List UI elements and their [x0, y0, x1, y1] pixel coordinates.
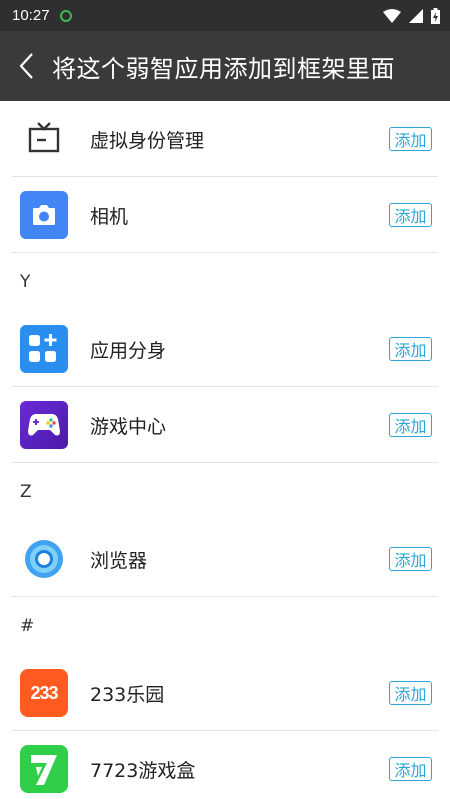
- add-button[interactable]: 添加: [389, 547, 432, 571]
- divider: [12, 596, 438, 597]
- list-item[interactable]: 虚拟身份管理 添加: [0, 101, 450, 177]
- notification-icon: [59, 9, 72, 22]
- battery-icon: [431, 7, 440, 24]
- 233-icon: 233: [20, 669, 68, 717]
- status-icons: [383, 7, 440, 24]
- add-button[interactable]: 添加: [389, 413, 432, 437]
- signal-icon: [409, 8, 423, 23]
- app-name: 233乐园: [90, 683, 165, 706]
- list-item[interactable]: 浏览器 添加: [0, 521, 450, 597]
- camera-icon: [20, 191, 68, 239]
- section-header: Y: [20, 272, 31, 292]
- list-item[interactable]: 7723游戏盒 添加: [0, 731, 450, 799]
- app-list: 虚拟身份管理 添加 相机 添加 Y 应用分身 添加 游戏中心 添加 Z 浏览器 …: [0, 101, 450, 799]
- section-header: Z: [20, 482, 32, 502]
- status-bar: 10:27: [0, 0, 450, 31]
- section-header: #: [20, 616, 35, 636]
- list-item[interactable]: 233 233乐园 添加: [0, 655, 450, 731]
- back-arrow-icon: [19, 53, 33, 79]
- app-name: 虚拟身份管理: [90, 129, 205, 152]
- divider: [12, 252, 438, 253]
- browser-icon: [20, 535, 68, 583]
- add-button[interactable]: 添加: [389, 127, 432, 151]
- 7723-icon: [20, 745, 68, 793]
- list-item[interactable]: 相机 添加: [0, 177, 450, 253]
- list-item[interactable]: 游戏中心 添加: [0, 387, 450, 463]
- app-name: 应用分身: [90, 339, 167, 362]
- list-item[interactable]: 应用分身 添加: [0, 311, 450, 387]
- add-button[interactable]: 添加: [389, 681, 432, 705]
- app-name: 相机: [90, 205, 129, 228]
- app-name: 游戏中心: [90, 415, 167, 438]
- add-button[interactable]: 添加: [389, 337, 432, 361]
- divider: [12, 462, 438, 463]
- add-button[interactable]: 添加: [389, 757, 432, 781]
- gamepad-icon: [20, 401, 68, 449]
- icon-logo-text: 233: [30, 682, 58, 703]
- app-toolbar: 将这个弱智应用添加到框架里面: [0, 31, 450, 101]
- add-button[interactable]: 添加: [389, 203, 432, 227]
- app-clone-icon: [20, 325, 68, 373]
- tv-icon: [20, 115, 68, 163]
- wifi-icon: [383, 8, 401, 23]
- app-name: 浏览器: [90, 549, 148, 572]
- status-time: 10:27: [12, 7, 50, 24]
- app-name: 7723游戏盒: [90, 759, 196, 782]
- page-title: 将这个弱智应用添加到框架里面: [52, 54, 395, 83]
- back-button[interactable]: [0, 31, 52, 101]
